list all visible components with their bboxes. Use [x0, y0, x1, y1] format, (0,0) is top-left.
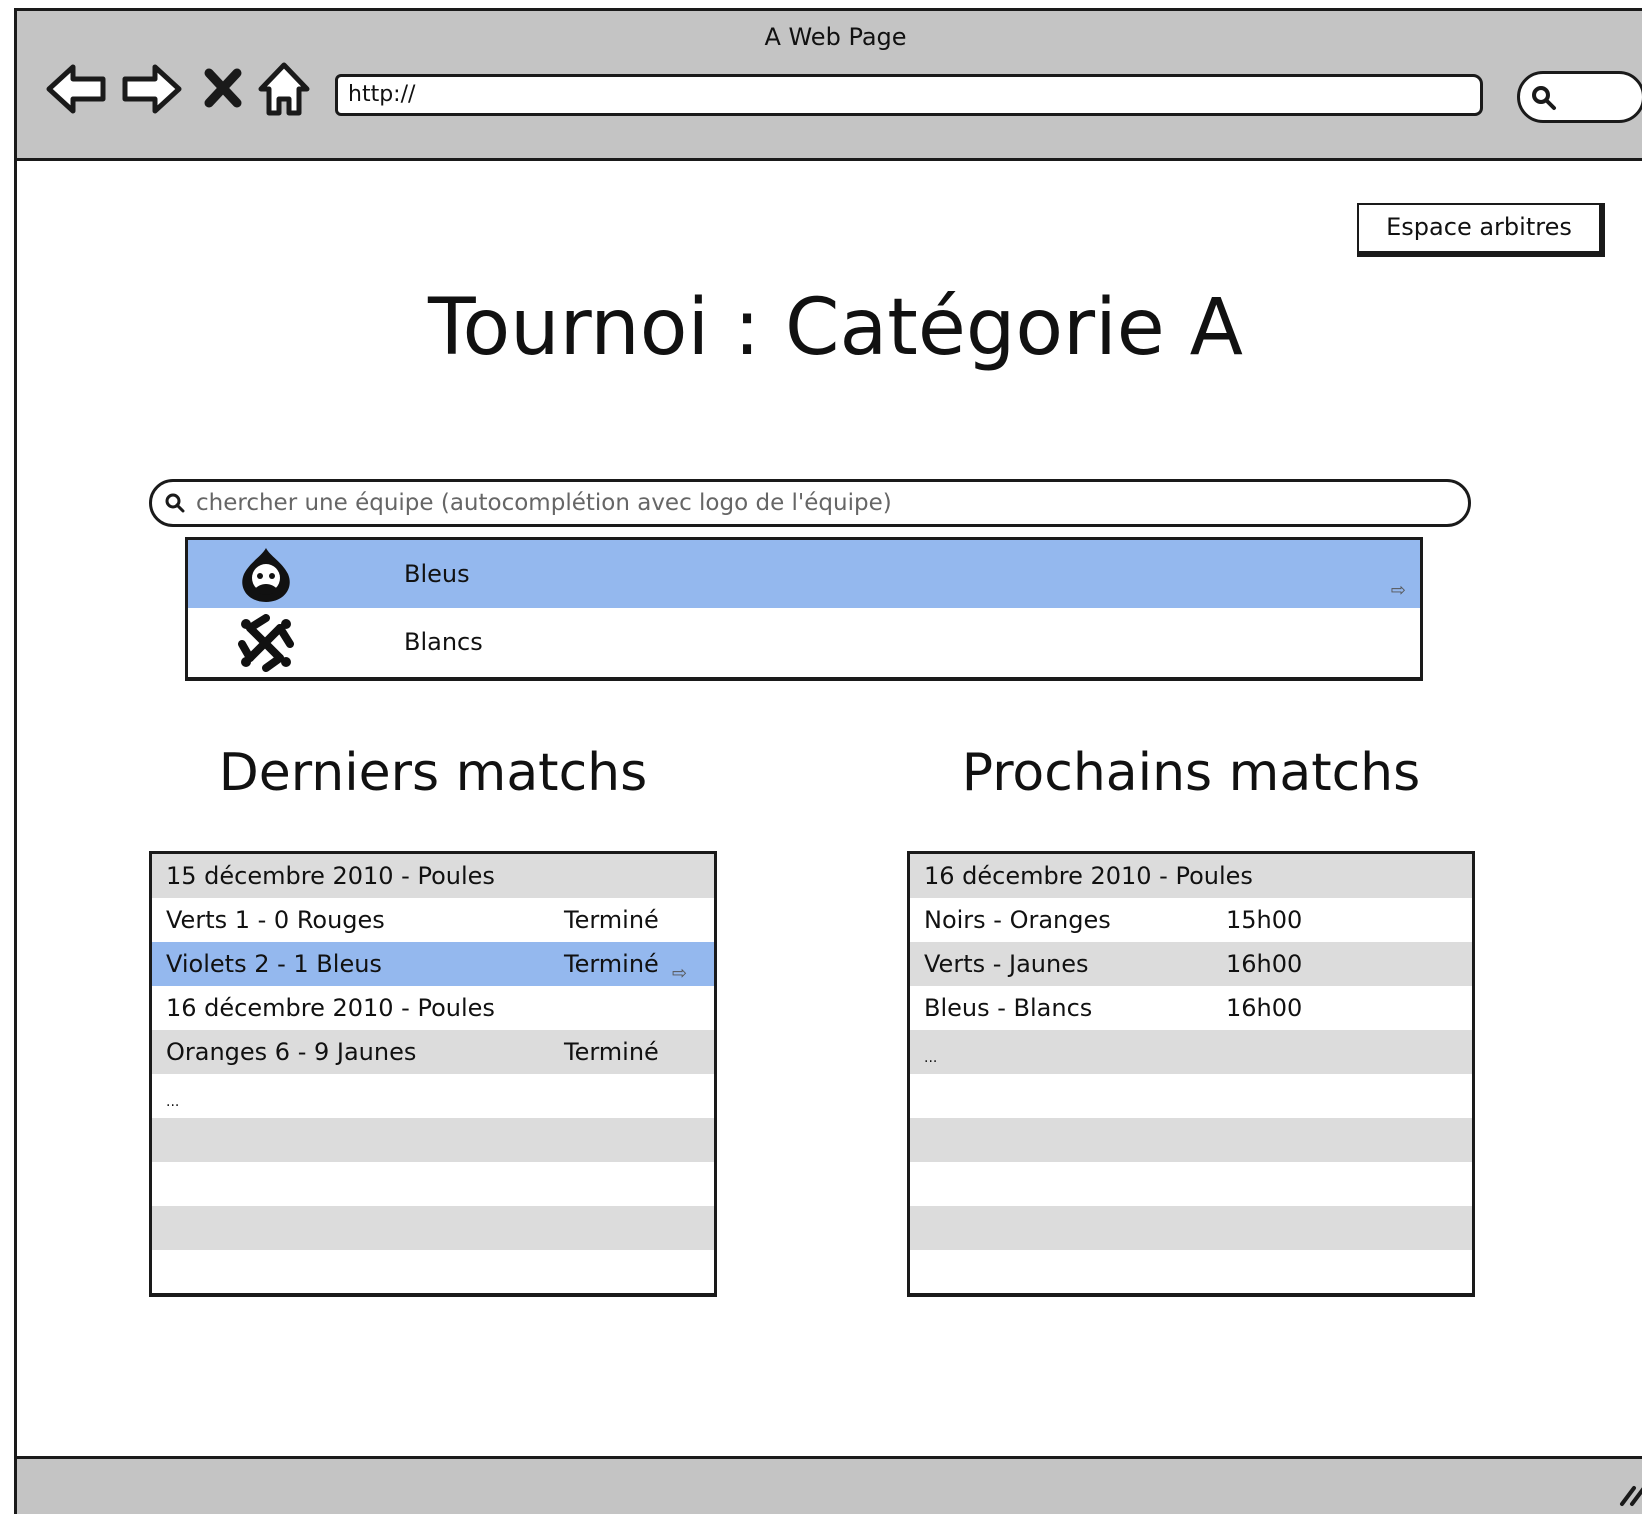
match-date-header: 16 décembre 2010 - Poules — [166, 994, 495, 1022]
search-icon — [165, 493, 185, 513]
match-teams: Noirs - Oranges — [924, 906, 1111, 934]
table-row[interactable]: Noirs - Oranges 15h00 — [910, 898, 1472, 942]
table-row — [152, 1250, 714, 1293]
match-time: 15h00 — [1226, 906, 1303, 934]
table-row[interactable]: Violets 2 - 1 Bleus Terminé ⇨ — [152, 942, 714, 986]
team-autocomplete-list: Bleus ⇨ Blancs — [185, 537, 1423, 681]
last-matches-title: Derniers matchs — [218, 743, 648, 803]
team-option-label: Blancs — [404, 628, 483, 656]
match-status: Terminé — [564, 950, 659, 978]
match-time: 16h00 — [1226, 994, 1303, 1022]
search-icon — [1532, 86, 1556, 110]
table-row — [910, 1250, 1472, 1293]
forward-arrow-icon[interactable] — [119, 59, 183, 119]
stop-icon[interactable] — [201, 59, 245, 119]
table-row: 16 décembre 2010 - Poules — [152, 986, 714, 1030]
team-search-input[interactable] — [194, 489, 1468, 517]
team-option-bleus[interactable]: Bleus ⇨ — [188, 540, 1420, 608]
match-time: 16h00 — [1226, 950, 1303, 978]
next-matches-title: Prochains matchs — [961, 743, 1421, 803]
browser-window: A Web Page http:// Espace arbitres Tourn… — [14, 8, 1642, 1514]
match-teams: Bleus - Blancs — [924, 994, 1093, 1022]
table-row — [152, 1206, 714, 1250]
team-option-blancs[interactable]: Blancs — [188, 608, 1420, 676]
match-score: Violets 2 - 1 Bleus — [166, 950, 382, 978]
table-row — [910, 1074, 1472, 1118]
back-arrow-icon[interactable] — [45, 59, 109, 119]
home-icon[interactable] — [257, 59, 311, 119]
joomla-logo-icon — [238, 614, 294, 672]
team-search-field[interactable] — [149, 479, 1471, 527]
last-matches-table: 15 décembre 2010 - Poules Verts 1 - 0 Ro… — [149, 851, 717, 1297]
table-row — [152, 1118, 714, 1162]
window-title: A Web Page — [764, 23, 907, 51]
status-bar — [17, 1456, 1642, 1514]
match-date-header: 16 décembre 2010 - Poules — [924, 862, 1253, 890]
match-status: Terminé — [564, 1038, 659, 1066]
referee-space-button[interactable]: Espace arbitres — [1357, 203, 1605, 257]
next-matches-table: 16 décembre 2010 - Poules Noirs - Orange… — [907, 851, 1475, 1297]
browser-toolbar: A Web Page http:// — [17, 11, 1642, 161]
resize-grip-icon[interactable] — [1616, 1478, 1642, 1508]
match-date-header: 15 décembre 2010 - Poules — [166, 862, 495, 890]
table-row — [152, 1162, 714, 1206]
team-option-label: Bleus — [404, 560, 470, 588]
browser-search-field[interactable] — [1517, 71, 1642, 123]
table-row[interactable]: Oranges 6 - 9 Jaunes Terminé — [152, 1030, 714, 1074]
table-row — [910, 1206, 1472, 1250]
table-row: 15 décembre 2010 - Poules — [152, 854, 714, 898]
table-row: 16 décembre 2010 - Poules — [910, 854, 1472, 898]
match-status: Terminé — [564, 906, 659, 934]
address-bar[interactable]: http:// — [335, 74, 1483, 116]
table-row[interactable]: Verts 1 - 0 Rouges Terminé — [152, 898, 714, 942]
match-score: Oranges 6 - 9 Jaunes — [166, 1038, 417, 1066]
table-row[interactable]: Verts - Jaunes 16h00 — [910, 942, 1472, 986]
drupal-drop-icon — [242, 548, 290, 602]
table-row — [910, 1118, 1472, 1162]
match-score: Verts 1 - 0 Rouges — [166, 906, 385, 934]
table-row: ... — [910, 1030, 1472, 1074]
table-row[interactable]: Bleus - Blancs 16h00 — [910, 986, 1472, 1030]
page-title: Tournoi : Catégorie A — [428, 283, 1243, 373]
table-row: ... — [152, 1074, 714, 1118]
pointer-arrow-icon: ⇨ — [1390, 580, 1406, 601]
match-teams: Verts - Jaunes — [924, 950, 1089, 978]
table-row — [910, 1162, 1472, 1206]
